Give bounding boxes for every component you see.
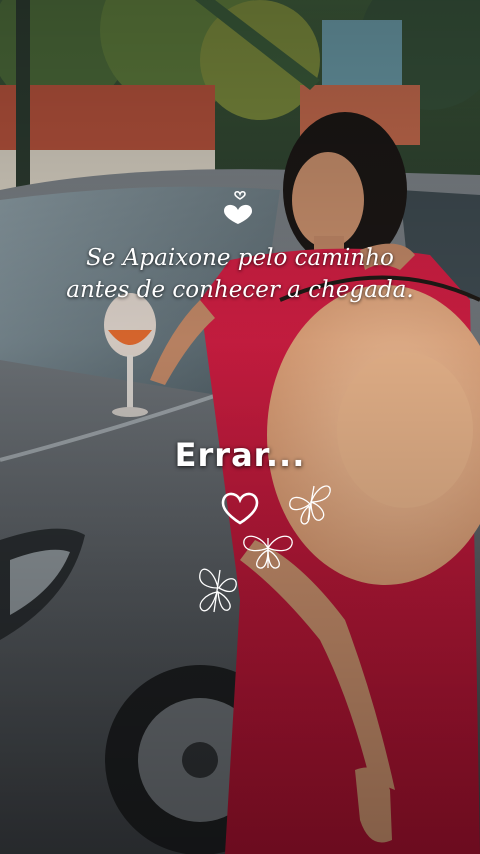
butterfly-icon (289, 485, 331, 525)
quote-text: Se Apaixone pelo caminho antes de conhec… (0, 242, 480, 306)
title-text: Errar... (174, 436, 306, 474)
photo-frame: Se Apaixone pelo caminho antes de conhec… (0, 0, 480, 854)
quote-line-1: Se Apaixone pelo caminho (86, 245, 394, 271)
background-photo (0, 0, 480, 854)
butterfly-icon (243, 535, 293, 569)
heart-outline-icon (221, 492, 259, 525)
quote-line-2: antes de conhecer a chegada. (66, 277, 414, 303)
butterfly-icon (199, 568, 237, 613)
hearts-icon (224, 190, 252, 224)
